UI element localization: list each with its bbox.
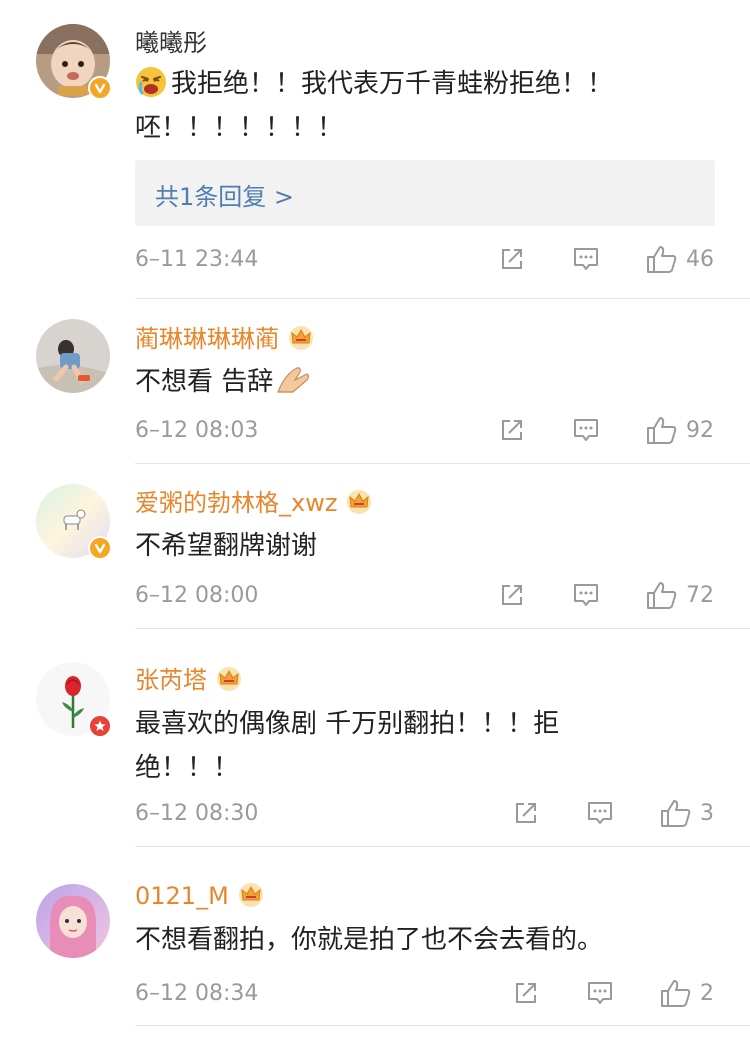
like-count: 3 xyxy=(700,800,714,826)
thumbs-up-icon xyxy=(647,582,677,609)
comment-text: 不希望翻牌谢谢 xyxy=(135,531,318,561)
timestamp: 6–12 08:34 xyxy=(135,981,259,1006)
reply-button[interactable] xyxy=(572,245,600,273)
username[interactable]: 爱粥的勃林格_xwz xyxy=(135,488,373,518)
comment-icon xyxy=(588,982,612,1004)
timestamp: 6–12 08:00 xyxy=(135,583,259,608)
avatar[interactable] xyxy=(36,484,112,560)
verified-v-icon xyxy=(88,76,112,100)
vip-crown-icon xyxy=(347,490,372,514)
avatar[interactable] xyxy=(36,24,112,100)
comment-actions: 72 xyxy=(498,580,714,610)
comment-icon xyxy=(574,419,598,441)
timestamp: 6–12 08:03 xyxy=(135,418,259,443)
like-count: 2 xyxy=(700,980,714,1006)
timestamp: 6–12 08:30 xyxy=(135,801,259,826)
comment-actions: 3 xyxy=(512,798,714,828)
avatar[interactable] xyxy=(36,662,112,738)
divider xyxy=(135,463,750,464)
username[interactable]: 曦曦彤 xyxy=(135,28,207,58)
share-button[interactable] xyxy=(498,245,526,273)
crying-angry-emoji-icon xyxy=(136,67,166,97)
share-button[interactable] xyxy=(498,416,526,444)
username[interactable]: 蔺琳琳琳琳蔺 xyxy=(135,324,315,354)
view-replies-link[interactable]: 共1条回复 > xyxy=(155,177,294,212)
comment-actions: 46 xyxy=(498,244,714,274)
divider xyxy=(135,298,750,299)
share-button[interactable] xyxy=(512,799,540,827)
comment-text: 最喜欢的偶像剧 千万别翻拍！！！拒绝！！！ xyxy=(135,709,560,783)
share-icon xyxy=(502,420,522,440)
username[interactable]: 0121_M xyxy=(135,881,265,911)
like-button[interactable]: 2 xyxy=(660,978,714,1008)
like-count: 72 xyxy=(686,582,714,608)
share-icon xyxy=(516,803,536,823)
bye-hand-emoji-icon xyxy=(277,367,310,393)
username[interactable]: 张芮塔 xyxy=(135,665,243,695)
thumbs-up-icon xyxy=(661,800,691,827)
divider xyxy=(135,846,750,847)
verified-v-icon xyxy=(88,536,112,560)
reply-button[interactable] xyxy=(586,979,614,1007)
reply-button[interactable] xyxy=(586,799,614,827)
avatar[interactable] xyxy=(36,884,110,958)
reply-button[interactable] xyxy=(572,581,600,609)
like-button[interactable]: 46 xyxy=(646,244,714,274)
like-count: 92 xyxy=(686,417,714,443)
vip-crown-icon xyxy=(238,883,263,907)
vip-crown-icon xyxy=(289,326,313,350)
like-button[interactable]: 3 xyxy=(660,798,714,828)
comment-actions: 2 xyxy=(512,978,714,1008)
red-star-badge-icon xyxy=(88,714,112,738)
share-button[interactable] xyxy=(498,581,526,609)
vip-crown-icon xyxy=(217,667,241,691)
like-button[interactable]: 92 xyxy=(646,415,714,445)
comment-icon xyxy=(574,248,598,270)
comment-icon xyxy=(588,802,612,824)
share-icon xyxy=(502,249,522,269)
comment-text: 我拒绝！！我代表万千青蛙粉拒绝！！呸！！！！！！！ xyxy=(135,62,625,150)
avatar[interactable] xyxy=(36,319,110,393)
thumbs-up-icon xyxy=(647,417,677,444)
divider xyxy=(135,1025,750,1026)
comment-text: 不想看 告辞 xyxy=(135,360,625,404)
like-count: 46 xyxy=(686,246,714,272)
thumbs-up-icon xyxy=(647,246,677,273)
like-button[interactable]: 72 xyxy=(646,580,714,610)
divider xyxy=(135,628,750,629)
share-button[interactable] xyxy=(512,979,540,1007)
comment-actions: 92 xyxy=(498,415,714,445)
comment-text: 不想看翻拍，你就是拍了也不会去看的。 xyxy=(135,925,604,955)
thumbs-up-icon xyxy=(661,980,691,1007)
reply-button[interactable] xyxy=(572,416,600,444)
timestamp: 6–11 23:44 xyxy=(135,247,259,272)
replies-box[interactable]: 共1条回复 > xyxy=(135,160,715,226)
comment-icon xyxy=(574,584,598,606)
share-icon xyxy=(516,983,536,1003)
share-icon xyxy=(502,585,522,605)
